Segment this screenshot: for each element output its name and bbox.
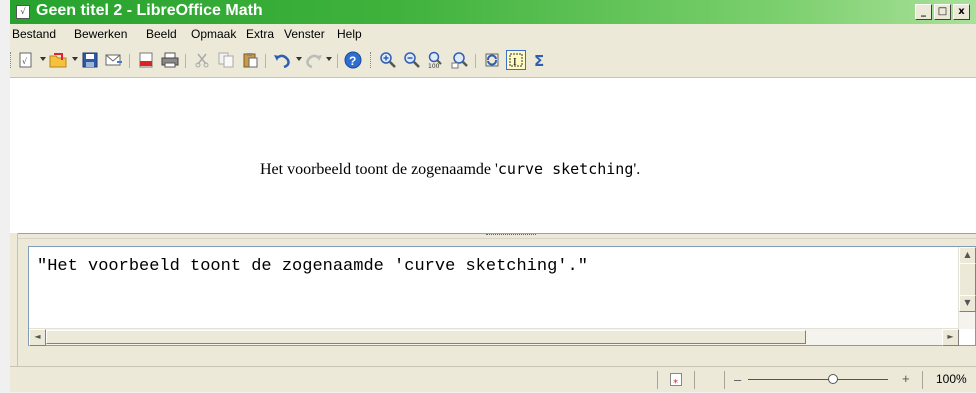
toolbar-separator (265, 54, 266, 68)
scroll-down-icon[interactable]: ▼ (959, 295, 976, 312)
formula-text-before: Het voorbeeld toont de zogenaamde ' (260, 161, 498, 178)
email-icon[interactable] (104, 50, 124, 70)
status-separator (694, 371, 695, 389)
vertical-scrollbar[interactable]: ▲ ▼ (958, 247, 976, 329)
symbols-icon[interactable]: Σ (530, 50, 550, 70)
menu-venster[interactable]: Venster (284, 27, 325, 41)
status-separator (657, 371, 658, 389)
formula-text-after: '. (633, 161, 641, 178)
new-icon[interactable]: √ (16, 50, 36, 70)
save-icon[interactable] (80, 50, 100, 70)
open-dropdown-icon[interactable] (72, 57, 78, 61)
svg-text:?: ? (349, 54, 356, 68)
close-button[interactable]: x (953, 4, 970, 20)
redo-dropdown-icon[interactable] (326, 57, 332, 61)
scroll-up-icon[interactable]: ▲ (959, 247, 976, 264)
window-title: Geen titel 2 - LibreOffice Math (36, 2, 263, 19)
command-editor[interactable]: "Het voorbeeld toont de zogenaamde 'curv… (28, 246, 976, 346)
svg-text:√: √ (22, 57, 28, 66)
pane-splitter[interactable] (18, 233, 976, 239)
scroll-right-icon[interactable]: ► (942, 329, 959, 346)
svg-text:*: * (673, 378, 678, 389)
formula-rendered-text: Het voorbeeld toont de zogenaamde 'curve… (260, 160, 640, 179)
pdf-icon[interactable] (136, 50, 156, 70)
svg-text:100: 100 (428, 63, 440, 69)
document-modified-icon[interactable]: * (670, 373, 682, 389)
toolbar-separator (337, 54, 338, 68)
help-icon[interactable]: ? (343, 50, 363, 70)
open-icon[interactable] (48, 50, 68, 70)
zoom-slider-knob[interactable] (828, 374, 838, 384)
new-dropdown-icon[interactable] (40, 57, 46, 61)
toolbar-grip[interactable] (370, 52, 373, 68)
zoom-in-button[interactable]: + (902, 371, 910, 386)
menu-bewerken[interactable]: Bewerken (74, 27, 127, 41)
undo-dropdown-icon[interactable] (296, 57, 302, 61)
menu-bestand[interactable]: Bestand (12, 27, 56, 41)
splitter-grip[interactable] (486, 234, 536, 238)
horizontal-scrollbar[interactable]: ◄ ► (29, 328, 959, 346)
update-icon[interactable] (482, 50, 502, 70)
zoom-out-icon[interactable] (402, 50, 422, 70)
zoom-percentage[interactable]: 100% (936, 372, 967, 386)
print-icon[interactable] (160, 50, 180, 70)
formula-preview[interactable]: Het voorbeeld toont de zogenaamde 'curve… (10, 77, 976, 233)
math-app-icon: √ (16, 5, 30, 19)
horizontal-scroll-thumb[interactable] (46, 330, 806, 344)
zoom-out-button[interactable]: – (734, 372, 741, 387)
status-separator (922, 371, 923, 389)
standard-toolbar: √ ? 100 I Σ (10, 44, 976, 76)
menu-bar: Bestand Bewerken Beeld Opmaak Extra Vens… (10, 24, 976, 44)
formula-text-mono: curve sketching (497, 160, 634, 178)
libreoffice-math-window: √ Geen titel 2 - LibreOffice Math _ □ x … (10, 0, 976, 392)
toolbar-separator (129, 54, 130, 68)
redo-icon[interactable] (304, 50, 324, 70)
status-bar: * – + 100% (10, 366, 976, 392)
menu-extra[interactable]: Extra (246, 27, 274, 41)
toolbar-separator (185, 54, 186, 68)
formula-cursor-icon[interactable]: I (506, 50, 526, 70)
svg-text:Σ: Σ (534, 52, 544, 68)
undo-icon[interactable] (272, 50, 292, 70)
menu-opmaak[interactable]: Opmaak (191, 27, 236, 41)
scroll-left-icon[interactable]: ◄ (29, 329, 46, 346)
paste-icon[interactable] (240, 50, 260, 70)
copy-icon[interactable] (216, 50, 236, 70)
scroll-thumb[interactable] (959, 263, 976, 296)
editor-content[interactable]: "Het voorbeeld toont de zogenaamde 'curv… (37, 257, 588, 276)
zoom-100-icon[interactable]: 100 (426, 50, 446, 70)
cut-icon[interactable] (192, 50, 212, 70)
zoom-slider-track[interactable] (748, 379, 888, 380)
toolbar-grip[interactable] (10, 52, 13, 68)
status-separator (724, 371, 725, 389)
show-all-icon[interactable] (450, 50, 470, 70)
menu-help[interactable]: Help (337, 27, 362, 41)
title-bar[interactable]: √ Geen titel 2 - LibreOffice Math _ □ x (10, 0, 976, 24)
zoom-in-icon[interactable] (378, 50, 398, 70)
menu-beeld[interactable]: Beeld (146, 27, 177, 41)
svg-text:I: I (513, 56, 517, 68)
minimize-button[interactable]: _ (915, 4, 932, 20)
maximize-button[interactable]: □ (934, 4, 951, 20)
toolbar-separator (475, 54, 476, 68)
